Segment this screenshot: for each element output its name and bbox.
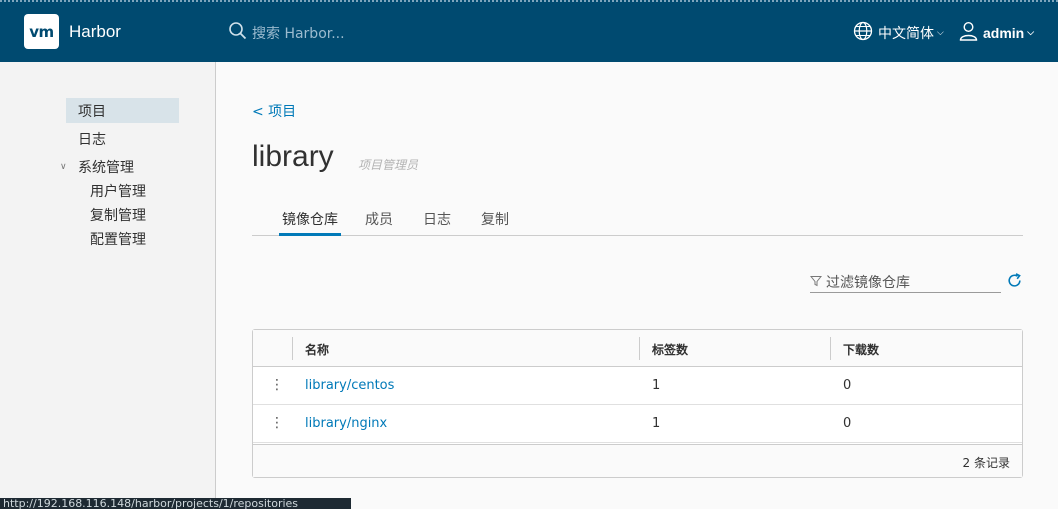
app-name: Harbor <box>69 21 121 41</box>
language-selector[interactable]: 中文简体 ⌵ <box>853 21 944 45</box>
app-header: vm Harbor 搜索 Harbor... 中文简体 ⌵ admin ⌵ <box>0 0 1058 62</box>
sidebar-item-admin-label: 系统管理 <box>78 160 134 176</box>
user-icon <box>959 21 978 45</box>
tag-count: 1 <box>652 416 661 431</box>
tab-replication[interactable]: 复制 <box>481 209 509 236</box>
sidebar-item-admin[interactable]: ∨ 系统管理 <box>60 157 134 177</box>
filter-input[interactable]: 过滤镜像仓库 <box>826 272 910 292</box>
tab-members[interactable]: 成员 <box>365 209 393 236</box>
record-count: 2 条记录 <box>962 456 1010 470</box>
username: admin <box>983 25 1025 41</box>
browser-status-bar: http://192.168.116.148/harbor/projects/1… <box>0 498 351 509</box>
column-divider <box>292 337 293 360</box>
project-tabs: 镜像仓库 成员 日志 复制 <box>252 209 1023 236</box>
column-header-name[interactable]: 名称 <box>305 341 329 358</box>
main-content: < 项目 library 项目管理员 镜像仓库 成员 日志 复制 过滤镜像仓库 … <box>217 62 1042 509</box>
row-actions-icon[interactable]: ⋮ <box>270 415 284 431</box>
user-menu[interactable]: admin ⌵ <box>959 21 1034 45</box>
chevron-down-icon: ⌵ <box>1027 28 1035 38</box>
pull-count: 0 <box>843 416 852 431</box>
brand[interactable]: vm Harbor <box>24 14 121 49</box>
pull-count: 0 <box>843 378 852 393</box>
row-actions-icon[interactable]: ⋮ <box>270 377 284 393</box>
repository-name-link[interactable]: library/nginx <box>305 416 387 431</box>
repository-filter[interactable]: 过滤镜像仓库 <box>809 271 1001 293</box>
repository-table: 名称 标签数 下载数 ⋮ library/centos 1 0 ⋮ librar… <box>252 329 1023 478</box>
sidebar-item-projects[interactable]: 项目 <box>66 98 179 123</box>
global-search[interactable]: 搜索 Harbor... <box>228 21 345 44</box>
column-divider <box>830 337 831 360</box>
table-header: 名称 标签数 下载数 <box>253 330 1022 367</box>
tag-count: 1 <box>652 378 661 393</box>
table-row: ⋮ library/nginx 1 0 <box>253 405 1022 443</box>
search-icon <box>228 21 247 44</box>
page-title: library <box>252 140 334 173</box>
sidebar-item-users[interactable]: 用户管理 <box>90 181 146 201</box>
chevron-down-icon[interactable]: ∨ <box>60 162 78 172</box>
sidebar: 项目 日志 ∨ 系统管理 用户管理 复制管理 配置管理 <box>0 62 216 509</box>
filter-icon <box>809 272 823 291</box>
vmware-logo: vm <box>24 14 59 49</box>
sidebar-item-logs[interactable]: 日志 <box>78 129 106 149</box>
table-row: ⋮ library/centos 1 0 <box>253 367 1022 405</box>
tab-repositories[interactable]: 镜像仓库 <box>279 209 341 236</box>
search-input[interactable]: 搜索 Harbor... <box>252 23 345 43</box>
refresh-icon[interactable] <box>1006 272 1023 293</box>
sidebar-item-replication[interactable]: 复制管理 <box>90 205 146 225</box>
project-role: 项目管理员 <box>358 158 419 172</box>
repository-name-link[interactable]: library/centos <box>305 378 394 393</box>
sidebar-item-configuration[interactable]: 配置管理 <box>90 229 146 249</box>
column-divider <box>639 337 640 360</box>
chevron-down-icon: ⌵ <box>937 28 944 38</box>
table-footer: 2 条记录 <box>253 444 1022 477</box>
language-label: 中文简体 <box>878 26 934 42</box>
column-header-tags[interactable]: 标签数 <box>652 341 688 358</box>
column-header-pulls[interactable]: 下载数 <box>843 341 879 358</box>
globe-icon <box>853 21 873 45</box>
back-to-projects-link[interactable]: < 项目 <box>252 101 296 121</box>
tab-logs[interactable]: 日志 <box>423 209 451 236</box>
